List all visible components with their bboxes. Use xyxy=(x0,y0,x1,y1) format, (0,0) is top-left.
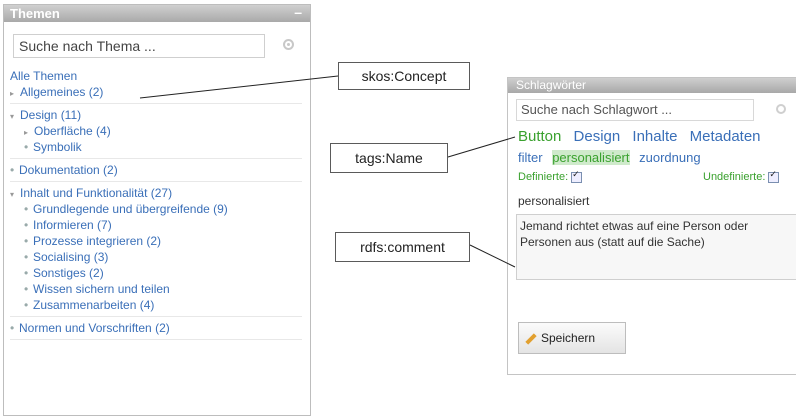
tree-item[interactable]: ▸ Allgemeines (2) xyxy=(10,85,103,99)
tree-item[interactable]: • Wissen sichern und teilen xyxy=(24,282,170,296)
save-button-label: Speichern xyxy=(541,331,596,345)
tree-item[interactable]: • Zusammenarbeiten (4) xyxy=(24,298,154,312)
bullet-icon: • xyxy=(24,234,29,248)
tree-item-label[interactable]: Zusammenarbeiten (4) xyxy=(33,298,154,312)
bullet-icon: • xyxy=(24,140,29,154)
tree-item-label[interactable]: Wissen sichern und teilen xyxy=(33,282,170,296)
tree-item-label[interactable]: Dokumentation (2) xyxy=(19,163,118,177)
defined-checkbox[interactable] xyxy=(571,169,583,183)
divider xyxy=(10,158,302,159)
tree-item-label[interactable]: Sonstiges (2) xyxy=(33,266,104,280)
bullet-icon: • xyxy=(24,202,29,216)
themen-title: Themen xyxy=(10,6,60,21)
tag-link[interactable]: zuordnung xyxy=(639,150,700,165)
tree-item[interactable]: • Socialising (3) xyxy=(24,250,108,264)
bullet-icon: • xyxy=(24,250,29,264)
bullet-icon: • xyxy=(10,321,15,335)
schlagwoerter-panel: Schlagwörter Suche nach Schlagwort ... B… xyxy=(507,77,796,375)
comment-textarea[interactable]: Jemand richtet etwas auf eine Person ode… xyxy=(516,214,796,280)
tree-item[interactable]: ▸ Oberfläche (4) xyxy=(24,124,111,138)
tree-item[interactable]: • Informieren (7) xyxy=(24,218,112,232)
tree-item-label[interactable]: Informieren (7) xyxy=(33,218,112,232)
bullet-icon: • xyxy=(10,163,15,177)
divider xyxy=(10,316,302,317)
tree-item-label[interactable]: Design (11) xyxy=(20,108,81,122)
tree-item-label[interactable]: Allgemeines (2) xyxy=(20,85,103,99)
tree-item-label[interactable]: Normen und Vorschriften (2) xyxy=(19,321,170,335)
label-rdfs-comment: rdfs:comment xyxy=(335,232,470,262)
bullet-icon: • xyxy=(24,282,29,296)
save-button[interactable]: Speichern xyxy=(518,322,626,354)
tag-link[interactable]: Metadaten xyxy=(690,128,761,145)
undefined-checkbox[interactable] xyxy=(768,169,780,183)
selected-tag-name: personalisiert xyxy=(518,194,590,208)
collapse-arrow-icon[interactable]: ▾ xyxy=(10,190,20,199)
themen-search-input[interactable]: Suche nach Thema ... xyxy=(13,34,265,58)
filter-row: Definierte: Undefinierte: xyxy=(518,169,796,183)
themen-panel: Themen – Suche nach Thema ... Alle Theme… xyxy=(3,4,311,416)
expand-arrow-icon[interactable]: ▸ xyxy=(10,89,20,98)
schlagwoerter-title: Schlagwörter xyxy=(516,78,587,92)
tag-cloud-row: Button Design Inhalte Metadaten xyxy=(518,128,769,145)
tree-item[interactable]: ▾ Inhalt und Funktionalität (27) xyxy=(10,186,172,200)
alle-themen-link[interactable]: Alle Themen xyxy=(10,69,77,83)
expand-arrow-icon[interactable]: ▸ xyxy=(24,128,34,137)
bullet-icon: • xyxy=(24,218,29,232)
tree-item[interactable]: • Normen und Vorschriften (2) xyxy=(10,321,170,335)
pencil-icon xyxy=(525,333,537,345)
tree-item[interactable]: • Grundlegende und übergreifende (9) xyxy=(24,202,228,216)
clear-search-icon[interactable] xyxy=(776,104,786,114)
tree-item-label[interactable]: Grundlegende und übergreifende (9) xyxy=(33,202,228,216)
tree-item-label[interactable]: Inhalt und Funktionalität (27) xyxy=(20,186,172,200)
themen-header: Themen – xyxy=(4,5,310,22)
tree-item-label[interactable]: Symbolik xyxy=(33,140,82,154)
bullet-icon: • xyxy=(24,266,29,280)
tree-item[interactable]: • Symbolik xyxy=(24,140,82,154)
divider xyxy=(10,181,302,182)
tag-link-selected[interactable]: personalisiert xyxy=(552,150,630,165)
tag-link[interactable]: Inhalte xyxy=(632,128,677,145)
defined-filter-label: Definierte: xyxy=(518,171,569,183)
undefined-filter-label: Undefinierte: xyxy=(703,171,766,183)
themen-collapse-button[interactable]: – xyxy=(294,5,302,20)
bullet-icon: • xyxy=(24,298,29,312)
schlagwoerter-header: Schlagwörter xyxy=(508,78,796,93)
label-tags-name: tags:Name xyxy=(330,143,448,173)
tree-item[interactable]: • Dokumentation (2) xyxy=(10,163,118,177)
clear-search-icon[interactable] xyxy=(283,39,294,50)
tree-item[interactable]: • Prozesse integrieren (2) xyxy=(24,234,161,248)
schlagwort-search-input[interactable]: Suche nach Schlagwort ... xyxy=(516,99,754,121)
label-skos-concept: skos:Concept xyxy=(338,62,470,90)
collapse-arrow-icon[interactable]: ▾ xyxy=(10,112,20,121)
tree-item-label[interactable]: Oberfläche (4) xyxy=(34,124,111,138)
tree-item-label[interactable]: Socialising (3) xyxy=(33,250,108,264)
tag-cloud-row: filter personalisiert zuordnung xyxy=(518,150,707,165)
tree-item[interactable]: • Sonstiges (2) xyxy=(24,266,104,280)
tree-item-label[interactable]: Prozesse integrieren (2) xyxy=(33,234,161,248)
tag-link[interactable]: Design xyxy=(574,128,621,145)
tree-item[interactable]: ▾ Design (11) xyxy=(10,108,81,122)
divider xyxy=(10,339,302,340)
tag-link[interactable]: Button xyxy=(518,128,561,145)
tag-link[interactable]: filter xyxy=(518,150,543,165)
divider xyxy=(10,103,302,104)
